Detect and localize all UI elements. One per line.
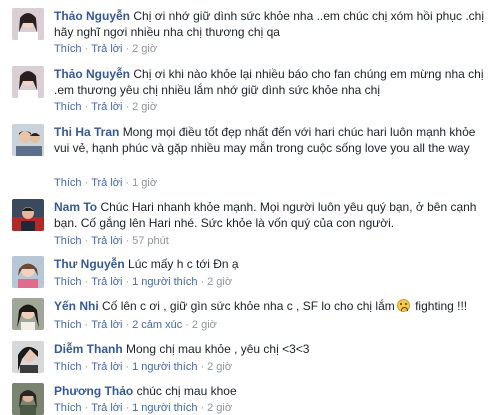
like-count[interactable]: 1 người thích — [132, 361, 197, 373]
comment-body: Thi Ha Tran Mong mọi điều tốt đẹp nhất đ… — [54, 124, 490, 156]
comment-time[interactable]: 2 giờ — [192, 319, 217, 331]
comment-actions: Thích · Trả lời · 1 giờ — [54, 177, 158, 189]
like-count[interactable]: 1 người thích — [132, 276, 197, 288]
comment-author[interactable]: Thảo Nguyễn — [54, 67, 130, 81]
comment-text: Mong chị mau khỏe , yêu chị <3<3 — [126, 342, 310, 356]
like-count[interactable]: 1 người thích — [132, 402, 197, 414]
comment-time[interactable]: 2 giờ — [207, 402, 232, 414]
comment-text: Chúc Hari nhanh khỏe mạnh. Mọi người luô… — [54, 200, 477, 230]
comment-actions: Thích · Trả lời · 2 cảm xúc · 2 giờ — [54, 319, 217, 331]
avatar[interactable] — [12, 341, 44, 373]
comment-body: Phương Thảo chúc chị mau khoe — [54, 383, 490, 399]
comment-body: Diễm Thanh Mong chị mau khỏe , yêu chị <… — [54, 341, 490, 357]
comment-time[interactable]: 2 giờ — [132, 101, 157, 113]
avatar[interactable] — [12, 383, 44, 415]
avatar[interactable] — [12, 199, 44, 231]
comment-author[interactable]: Thư Nguyễn — [54, 257, 125, 271]
comment-body: Thảo Nguyễn Chị ơi khi nào khỏe lại nhiề… — [54, 66, 490, 98]
like-link[interactable]: Thích — [54, 177, 82, 189]
like-link[interactable]: Thích — [54, 101, 82, 113]
comment-time[interactable]: 2 giờ — [132, 43, 157, 55]
comment-text: Lúc mấy h c tới Đn ạ — [128, 257, 239, 271]
comment-body: Thư Nguyễn Lúc mấy h c tới Đn ạ — [54, 256, 490, 272]
comment-time[interactable]: 57 phút — [132, 235, 169, 247]
comment-actions: Thích · Trả lời · 2 giờ — [54, 43, 158, 55]
comment-time[interactable]: 1 giờ — [132, 177, 157, 189]
avatar[interactable] — [12, 8, 44, 40]
comment-author[interactable]: Nam To — [54, 200, 97, 214]
comment-text: Cố lên c ơi , giữ gìn sức khỏe nha c , S… — [102, 299, 395, 313]
comment-actions: Thích · Trả lời · 57 phút — [54, 235, 169, 247]
avatar[interactable] — [12, 124, 44, 156]
like-link[interactable]: Thích — [54, 43, 82, 55]
reply-link[interactable]: Trả lời — [91, 101, 122, 113]
reply-link[interactable]: Trả lời — [91, 43, 122, 55]
comment-author[interactable]: Yến Nhi — [54, 299, 99, 313]
reply-link[interactable]: Trả lời — [91, 235, 122, 247]
sad-face-emoji-icon — [396, 299, 410, 312]
reply-link[interactable]: Trả lời — [91, 361, 122, 373]
comment-actions: Thích · Trả lời · 1 người thích · 2 giờ — [54, 276, 233, 288]
reply-link[interactable]: Trả lời — [91, 177, 122, 189]
comment-actions: Thích · Trả lời · 2 giờ — [54, 101, 158, 113]
like-link[interactable]: Thích — [54, 235, 82, 247]
avatar[interactable] — [12, 298, 44, 330]
comment-text-tail: fighting !!! — [415, 299, 468, 313]
like-link[interactable]: Thích — [54, 319, 82, 331]
comment-actions: Thích · Trả lời · 1 người thích · 2 giờ — [54, 402, 233, 414]
comment-body: Yến Nhi Cố lên c ơi , giữ gìn sức khỏe n… — [54, 298, 490, 314]
comment-author[interactable]: Thảo Nguyễn — [54, 9, 130, 23]
comment-time[interactable]: 2 giờ — [207, 276, 232, 288]
reply-link[interactable]: Trả lời — [91, 402, 122, 414]
reaction-count[interactable]: 2 cảm xúc — [132, 319, 182, 331]
comment-author[interactable]: Thi Ha Tran — [54, 125, 119, 139]
comment-text: chúc chị mau khoe — [136, 384, 237, 398]
comment-author[interactable]: Diễm Thanh — [54, 342, 123, 356]
reply-link[interactable]: Trả lời — [91, 319, 122, 331]
like-link[interactable]: Thích — [54, 402, 82, 414]
avatar[interactable] — [12, 66, 44, 98]
avatar[interactable] — [12, 256, 44, 288]
like-link[interactable]: Thích — [54, 276, 82, 288]
comment-author[interactable]: Phương Thảo — [54, 384, 133, 398]
comment-actions: Thích · Trả lời · 1 người thích · 2 giờ — [54, 361, 233, 373]
comment-time[interactable]: 2 giờ — [207, 361, 232, 373]
reply-link[interactable]: Trả lời — [91, 276, 122, 288]
comment-body: Thảo Nguyễn Chị ơi nhớ giữ dình sức khỏe… — [54, 8, 490, 40]
like-link[interactable]: Thích — [54, 361, 82, 373]
comment-body: Nam To Chúc Hari nhanh khỏe mạnh. Mọi ng… — [54, 199, 490, 231]
